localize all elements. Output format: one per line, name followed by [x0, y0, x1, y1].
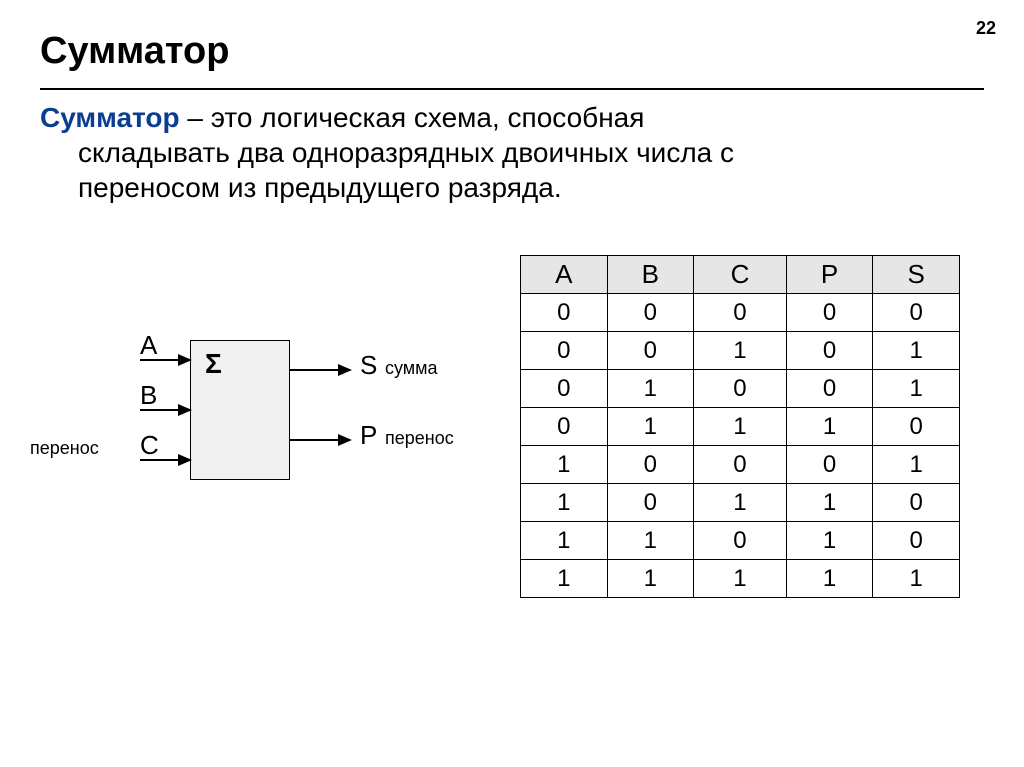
- page-title: Сумматор: [40, 30, 229, 73]
- th-b: B: [607, 256, 694, 294]
- table-cell: 0: [873, 522, 960, 560]
- table-cell: 1: [521, 522, 608, 560]
- table-cell: 0: [786, 294, 873, 332]
- th-p: P: [786, 256, 873, 294]
- table-cell: 1: [694, 332, 787, 370]
- table-cell: 1: [694, 560, 787, 598]
- table-cell: 0: [521, 408, 608, 446]
- truth-table: A B C P S 000000010101001011101000110110…: [520, 255, 960, 598]
- table-row: 11010: [521, 522, 960, 560]
- table-cell: 1: [607, 560, 694, 598]
- table-cell: 0: [786, 446, 873, 484]
- adder-diagram: Σ A B C перенос S сумма P перенос: [90, 310, 450, 510]
- table-cell: 1: [607, 522, 694, 560]
- table-cell: 1: [694, 484, 787, 522]
- table-cell: 0: [521, 332, 608, 370]
- table-row: 01001: [521, 370, 960, 408]
- table-cell: 1: [694, 408, 787, 446]
- table-cell: 1: [607, 408, 694, 446]
- table-cell: 1: [607, 370, 694, 408]
- table-header-row: A B C P S: [521, 256, 960, 294]
- table-cell: 1: [786, 408, 873, 446]
- table-cell: 0: [607, 484, 694, 522]
- table-cell: 0: [694, 370, 787, 408]
- table-cell: 1: [521, 446, 608, 484]
- title-underline: [40, 88, 984, 90]
- table-cell: 1: [521, 560, 608, 598]
- definition-text: Сумматор – это логическая схема, способн…: [40, 100, 984, 205]
- definition-term: Сумматор: [40, 102, 180, 133]
- table-row: 10001: [521, 446, 960, 484]
- definition-line1-rest: – это логическая схема, способная: [180, 102, 645, 133]
- definition-line2: складывать два одноразрядных двоичных чи…: [40, 135, 984, 170]
- table-cell: 1: [873, 332, 960, 370]
- carry-in-label: перенос: [30, 438, 99, 459]
- table-cell: 0: [694, 522, 787, 560]
- table-cell: 0: [786, 370, 873, 408]
- table-cell: 0: [873, 408, 960, 446]
- table-cell: 1: [521, 484, 608, 522]
- table-cell: 1: [786, 484, 873, 522]
- definition-line3: переносом из предыдущего разряда.: [40, 170, 984, 205]
- table-cell: 0: [607, 294, 694, 332]
- table-cell: 0: [786, 332, 873, 370]
- table-cell: 1: [873, 446, 960, 484]
- table-cell: 0: [873, 294, 960, 332]
- table-cell: 1: [873, 560, 960, 598]
- th-c: C: [694, 256, 787, 294]
- table-cell: 0: [521, 294, 608, 332]
- table-row: 00000: [521, 294, 960, 332]
- table-row: 00101: [521, 332, 960, 370]
- table-cell: 0: [873, 484, 960, 522]
- diagram-arrows: [90, 310, 450, 510]
- table-cell: 1: [873, 370, 960, 408]
- table-row: 01110: [521, 408, 960, 446]
- table-row: 11111: [521, 560, 960, 598]
- table-cell: 1: [786, 560, 873, 598]
- table-cell: 0: [694, 294, 787, 332]
- page-number: 22: [976, 18, 996, 39]
- th-a: A: [521, 256, 608, 294]
- th-s: S: [873, 256, 960, 294]
- table-cell: 0: [521, 370, 608, 408]
- table-cell: 0: [607, 332, 694, 370]
- table-cell: 0: [607, 446, 694, 484]
- table-cell: 0: [694, 446, 787, 484]
- table-row: 10110: [521, 484, 960, 522]
- truth-table-wrap: A B C P S 000000010101001011101000110110…: [520, 255, 960, 598]
- table-cell: 1: [786, 522, 873, 560]
